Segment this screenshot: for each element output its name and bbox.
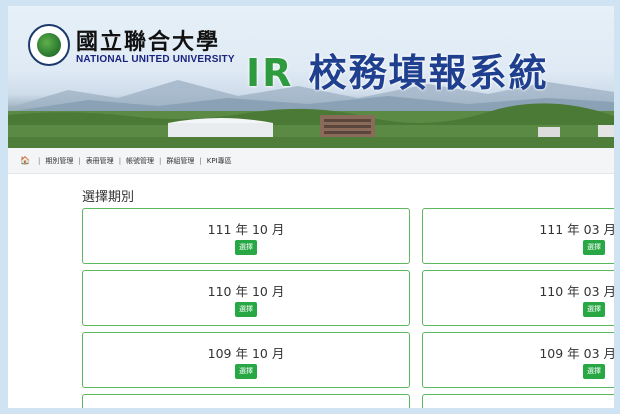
campus-landscape [8, 103, 614, 148]
period-card [82, 394, 410, 408]
select-button[interactable]: 選擇 [235, 240, 257, 255]
breadcrumb-nav: 🏠 | 期別管理 | 表冊管理 | 帳號管理 | 群組管理 | KPI專區 [8, 148, 614, 174]
university-logo[interactable]: 國立聯合大學 NATIONAL UNITED UNIVERSITY [28, 24, 235, 70]
nav-separator: | [159, 156, 162, 165]
select-button[interactable]: 選擇 [583, 364, 605, 379]
browser-viewport: 國立聯合大學 NATIONAL UNITED UNIVERSITY IR 校務填… [8, 6, 614, 408]
nav-item-forms[interactable]: 表冊管理 [86, 156, 114, 166]
period-card: 111 年 10 月 選擇 [82, 208, 410, 264]
select-button[interactable]: 選擇 [235, 302, 257, 317]
period-label: 110 年 10 月 [207, 284, 285, 299]
period-label: 111 年 03 月 [539, 222, 614, 237]
period-label: 109 年 03 月 [539, 346, 614, 361]
header-banner: 國立聯合大學 NATIONAL UNITED UNIVERSITY IR 校務填… [8, 6, 614, 148]
nav-separator: | [78, 156, 81, 165]
period-card: 110 年 03 月 選擇 [422, 270, 614, 326]
nav-item-groups[interactable]: 群組管理 [166, 156, 194, 166]
period-card: 110 年 10 月 選擇 [82, 270, 410, 326]
university-name-cn: 國立聯合大學 [76, 29, 221, 55]
system-title-prefix: IR [246, 51, 294, 95]
nav-separator: | [199, 156, 202, 165]
system-title: IR 校務填報系統 [246, 42, 549, 97]
section-title: 選擇期別 [82, 190, 135, 205]
nav-item-period[interactable]: 期別管理 [45, 156, 73, 166]
period-label: 109 年 10 月 [207, 346, 285, 361]
select-button[interactable]: 選擇 [583, 240, 605, 255]
period-label: 110 年 03 月 [539, 284, 614, 299]
period-card [422, 394, 614, 408]
university-name-en: NATIONAL UNITED UNIVERSITY [76, 54, 235, 65]
select-button[interactable]: 選擇 [235, 364, 257, 379]
period-card: 109 年 10 月 選擇 [82, 332, 410, 388]
period-label: 111 年 10 月 [207, 222, 285, 237]
nav-item-kpi[interactable]: KPI專區 [207, 156, 232, 166]
university-seal-icon [28, 24, 70, 66]
nav-separator: | [37, 156, 41, 165]
period-card: 111 年 03 月 選擇 [422, 208, 614, 264]
nav-separator: | [118, 156, 122, 165]
nav-item-accounts[interactable]: 帳號管理 [126, 156, 154, 166]
system-title-name: 校務填報系統 [308, 51, 549, 95]
period-card: 109 年 03 月 選擇 [422, 332, 614, 388]
home-icon[interactable]: 🏠 [20, 156, 30, 165]
select-button[interactable]: 選擇 [583, 302, 605, 317]
